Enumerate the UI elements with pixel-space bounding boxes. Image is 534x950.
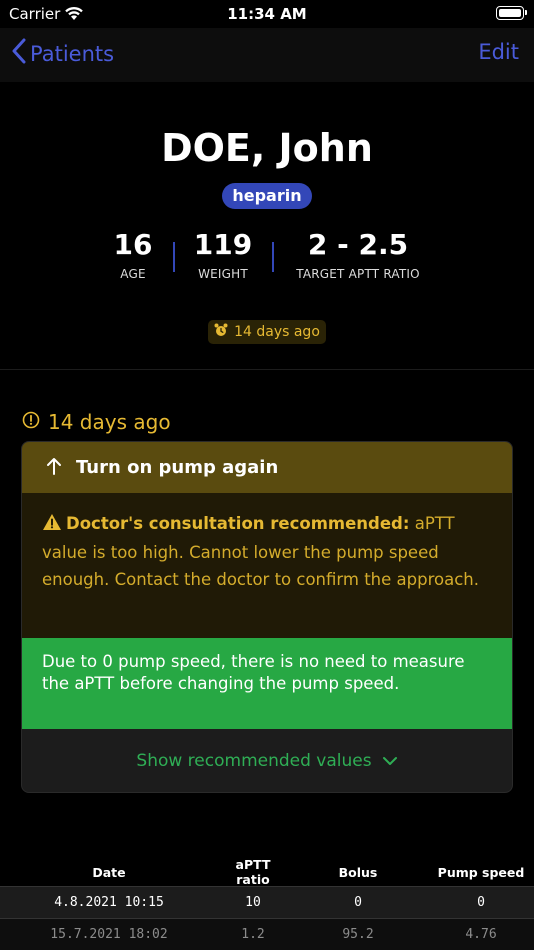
age-label: AGE bbox=[120, 267, 146, 281]
warning-triangle-icon bbox=[42, 512, 62, 539]
stat-divider bbox=[173, 242, 175, 272]
doctor-warning: Doctor's consultation recommended: aPTT … bbox=[22, 493, 512, 638]
alarm-clock-icon bbox=[214, 323, 234, 341]
recommendation-title: Turn on pump again bbox=[76, 457, 279, 478]
weight-label: WEIGHT bbox=[198, 267, 248, 281]
cell-bolus: 0 bbox=[354, 895, 362, 910]
arrow-up-icon bbox=[46, 457, 76, 479]
table-header: Date aPTT ratio Bolus Pump speed bbox=[0, 857, 534, 887]
recommendation-header: Turn on pump again bbox=[22, 442, 512, 493]
age-value: 16 bbox=[113, 228, 153, 261]
cell-aptt-ratio: 1.2 bbox=[241, 927, 265, 942]
chevron-left-icon bbox=[12, 38, 30, 69]
column-header-aptt-ratio: aPTT ratio bbox=[235, 857, 271, 887]
chevron-down-icon bbox=[372, 751, 398, 771]
drug-badge: heparin bbox=[222, 183, 312, 209]
column-header-pump-speed: Pump speed bbox=[437, 864, 525, 880]
recommendation-time-text: 14 days ago bbox=[48, 410, 171, 434]
cell-pump-speed: 4.76 bbox=[465, 927, 497, 942]
back-button[interactable]: Patients bbox=[12, 38, 114, 69]
edit-button[interactable]: Edit bbox=[478, 40, 519, 64]
stat-divider bbox=[272, 242, 274, 272]
patient-name: DOE, John bbox=[161, 126, 373, 170]
show-values-label: Show recommended values bbox=[136, 751, 372, 771]
last-update-chip: 14 days ago bbox=[208, 320, 326, 344]
status-bar: Carrier 11:34 AM bbox=[0, 0, 534, 28]
back-label: Patients bbox=[30, 41, 115, 66]
clock-alert-icon bbox=[22, 410, 48, 434]
table-row[interactable]: 4.8.2021 10:15 10 0 0 bbox=[0, 886, 534, 918]
patient-header: DOE, John heparin 16 AGE 119 WEIGHT 2 - … bbox=[0, 82, 534, 370]
stat-target-aptt: 2 - 2.5 TARGET APTT RATIO bbox=[294, 228, 422, 281]
status-time: 11:34 AM bbox=[227, 5, 307, 23]
column-header-bolus: Bolus bbox=[338, 864, 378, 880]
cell-aptt-ratio: 10 bbox=[245, 895, 261, 910]
cell-date: 4.8.2021 10:15 bbox=[54, 895, 164, 910]
show-recommended-values-button[interactable]: Show recommended values bbox=[22, 729, 512, 792]
measurement-table: Date aPTT ratio Bolus Pump speed 4.8.202… bbox=[0, 857, 534, 950]
cell-date: 15.7.2021 18:02 bbox=[50, 927, 168, 942]
warning-title: Doctor's consultation recommended: bbox=[66, 514, 410, 533]
target-value: 2 - 2.5 bbox=[307, 228, 409, 261]
cell-pump-speed: 0 bbox=[477, 895, 485, 910]
weight-value: 119 bbox=[193, 228, 253, 261]
stat-weight: 119 WEIGHT bbox=[193, 228, 253, 281]
table-row[interactable]: 15.7.2021 18:02 1.2 95.2 4.76 bbox=[0, 918, 534, 950]
recommendation-card: Turn on pump again Doctor's consultation… bbox=[21, 441, 513, 793]
last-update-text: 14 days ago bbox=[234, 324, 320, 340]
cell-bolus: 95.2 bbox=[342, 927, 374, 942]
info-message: Due to 0 pump speed, there is no need to… bbox=[22, 638, 512, 729]
stat-age: 16 AGE bbox=[110, 228, 156, 281]
battery-icon bbox=[496, 6, 527, 20]
target-label: TARGET APTT RATIO bbox=[296, 267, 420, 281]
recommendation-time: 14 days ago bbox=[22, 410, 171, 434]
column-header-date: Date bbox=[92, 864, 126, 880]
navigation-bar: Patients Edit bbox=[0, 28, 534, 82]
